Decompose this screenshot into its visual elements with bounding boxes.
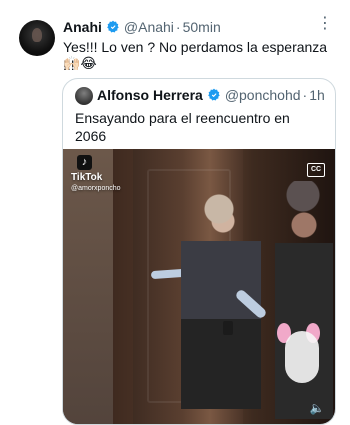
separator-dot: ·: [175, 19, 181, 35]
verified-badge-icon: [107, 20, 119, 33]
tiktok-watermark: ♪ TikTok @amorxponcho: [71, 155, 121, 194]
verified-badge-icon: [207, 88, 220, 101]
tweet-emoji-line: 🙌🏻😂: [63, 55, 97, 71]
display-name[interactable]: Anahi: [63, 19, 102, 35]
quoted-timestamp[interactable]: 1h: [309, 87, 325, 103]
tiktok-label: TikTok: [71, 172, 103, 183]
quoted-text-line-1: Ensayando para el reencuentro en 2066: [75, 110, 290, 144]
handle[interactable]: @Anahi: [124, 19, 174, 35]
cartoon-shirt-print: [285, 331, 319, 383]
captions-button[interactable]: CC: [307, 163, 325, 177]
more-options-icon[interactable]: ⋮: [317, 16, 333, 32]
quoted-header: Alfonso Herrera @ponchohd · 1h: [97, 87, 325, 103]
woman-figure: [275, 181, 333, 419]
quoted-avatar[interactable]: [75, 87, 93, 105]
separator-dot: ·: [302, 87, 308, 103]
tiktok-username: @amorxponcho: [71, 185, 121, 192]
tweet-header: Anahi @Anahi · 50min ⋮: [63, 16, 333, 36]
volume-icon[interactable]: 🔈: [309, 400, 325, 416]
tiktok-icon: ♪: [77, 155, 92, 170]
tweet-text: Yes!!! Lo ven ? No perdamos la esperanza…: [63, 39, 328, 73]
quoted-display-name[interactable]: Alfonso Herrera: [97, 87, 203, 103]
avatar[interactable]: [19, 20, 55, 56]
timestamp[interactable]: 50min: [183, 19, 221, 35]
video-media[interactable]: ♪ TikTok @amorxponcho CC 🔈: [63, 149, 335, 424]
phone-in-hand: [223, 321, 233, 335]
quoted-handle[interactable]: @ponchohd: [225, 87, 301, 103]
quoted-tweet-card[interactable]: Alfonso Herrera @ponchohd · 1h Ensayando…: [62, 78, 336, 425]
